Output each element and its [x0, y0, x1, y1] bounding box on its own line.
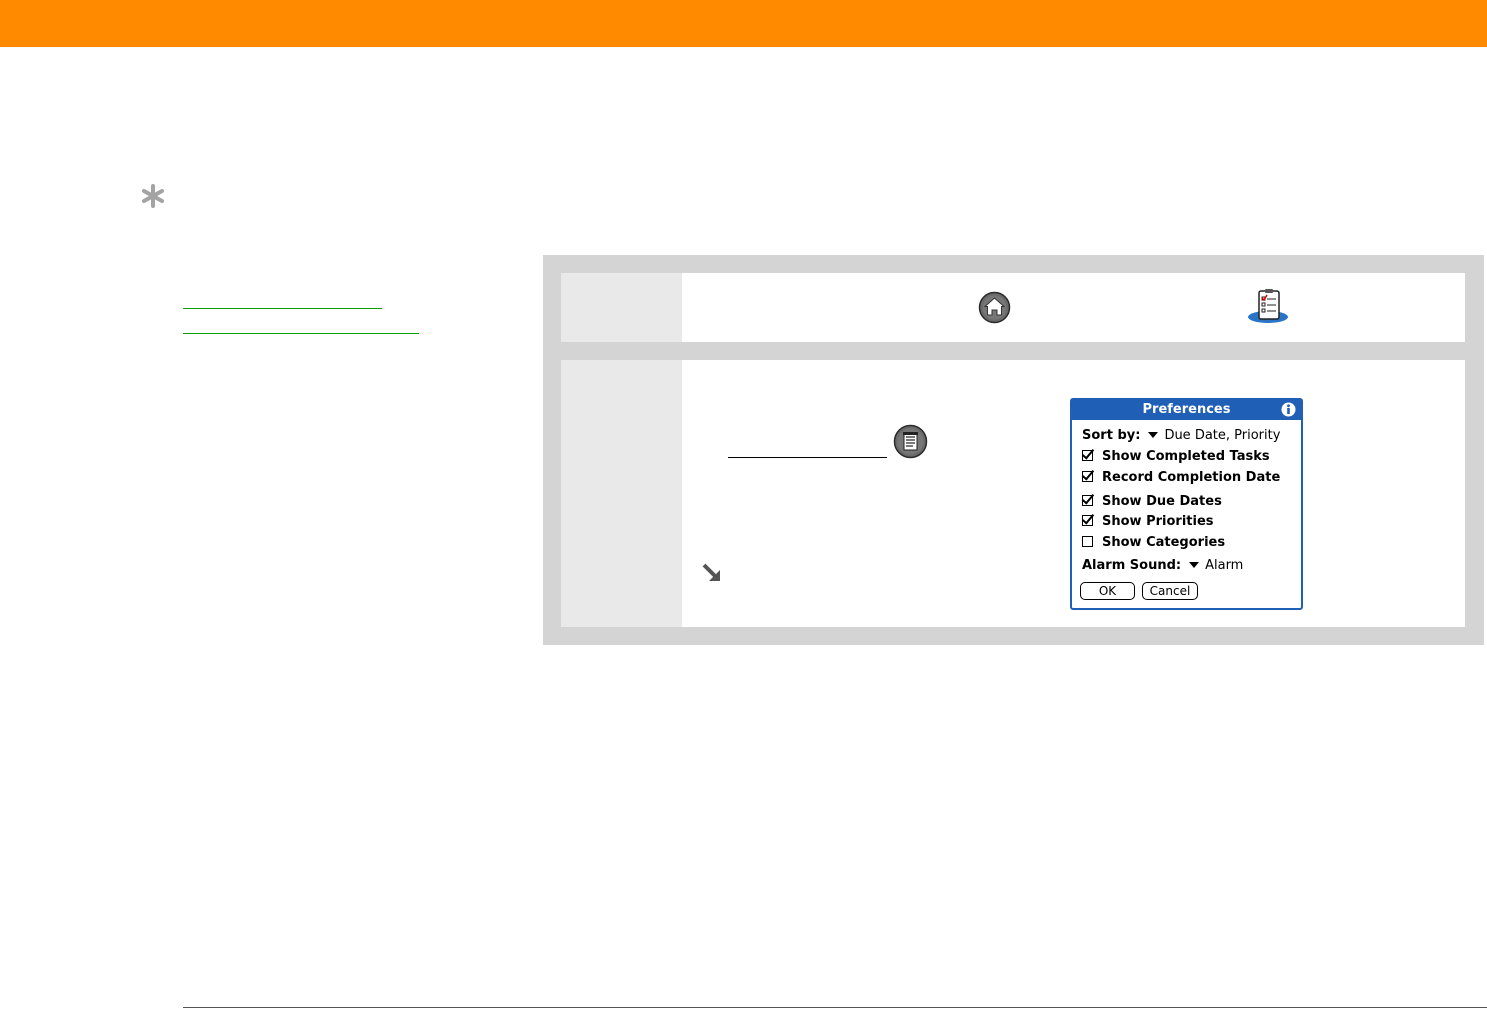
alarm-sound-row: Alarm Sound: Alarm — [1082, 558, 1243, 573]
sort-by-row: Sort by: Due Date, Priority — [1082, 428, 1280, 443]
dialog-title: Preferences — [1072, 400, 1301, 420]
option-show-priorities[interactable]: Show Priorities — [1082, 514, 1214, 529]
option-show-completed-tasks[interactable]: Show Completed Tasks — [1082, 449, 1270, 464]
option-label: Show Priorities — [1102, 514, 1214, 529]
menu-link[interactable] — [728, 457, 887, 458]
step-row-1 — [561, 273, 1465, 342]
option-label: Show Completed Tasks — [1102, 449, 1270, 464]
checkbox[interactable] — [1082, 495, 1093, 506]
option-show-due-dates[interactable]: Show Due Dates — [1082, 494, 1222, 509]
step-number-cell — [561, 273, 682, 342]
info-icon[interactable] — [1281, 402, 1296, 417]
dropdown-arrow-icon[interactable] — [1148, 432, 1159, 438]
preferences-dialog: Preferences Sort by: Due Date, Priority S… — [1070, 398, 1303, 610]
sort-by-select[interactable]: Due Date, Priority — [1164, 428, 1280, 443]
home-icon[interactable] — [978, 291, 1011, 324]
option-label: Show Categories — [1102, 535, 1226, 550]
checkbox[interactable] — [1082, 515, 1093, 526]
checkbox[interactable] — [1082, 450, 1093, 461]
arrow-down-right-icon — [702, 563, 720, 581]
option-label: Show Due Dates — [1102, 494, 1222, 509]
step-row-2 — [561, 360, 1465, 627]
alarm-sound-label: Alarm Sound: — [1082, 558, 1182, 573]
header-bar — [0, 0, 1487, 47]
option-label: Record Completion Date — [1102, 470, 1281, 485]
related-link-1[interactable] — [183, 308, 382, 309]
footer-divider — [183, 1007, 1487, 1008]
sort-by-label: Sort by: — [1082, 428, 1141, 443]
related-link-2[interactable] — [183, 333, 419, 334]
ok-button[interactable]: OK — [1080, 582, 1135, 600]
checkbox[interactable] — [1082, 536, 1093, 547]
menu-icon[interactable] — [893, 424, 928, 459]
option-show-categories[interactable]: Show Categories — [1082, 535, 1225, 550]
cancel-button[interactable]: Cancel — [1142, 582, 1198, 600]
steps-panel — [543, 255, 1484, 645]
alarm-sound-select[interactable]: Alarm — [1205, 558, 1243, 573]
tasks-app-icon[interactable] — [1244, 288, 1292, 325]
step-number-cell — [561, 360, 682, 627]
asterisk-icon — [142, 184, 164, 208]
dropdown-arrow-icon[interactable] — [1189, 562, 1200, 568]
option-record-completion-date[interactable]: Record Completion Date — [1082, 470, 1280, 485]
checkbox[interactable] — [1082, 471, 1093, 482]
